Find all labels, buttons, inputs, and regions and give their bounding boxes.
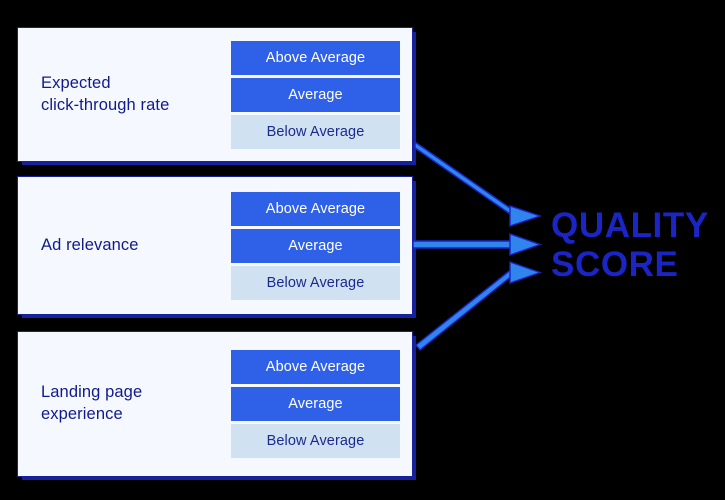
- rating-bar-below-average[interactable]: Below Average: [231, 265, 400, 300]
- rating-bar-above-average[interactable]: Above Average: [231, 191, 400, 226]
- arrow-from-expected-ctr-icon: [414, 140, 543, 227]
- rating-bar-above-average[interactable]: Above Average: [231, 350, 400, 384]
- rating-bar-average[interactable]: Average: [231, 228, 400, 263]
- quality-score-result: QUALITY SCORE: [551, 206, 721, 284]
- card-inner: Expected click-through rate Above Averag…: [18, 28, 412, 161]
- rating-bar-average[interactable]: Average: [231, 387, 400, 421]
- factor-label-line-1: Ad relevance: [41, 235, 139, 254]
- rating-bars-ad-relevance: Above Average Average Below Average: [231, 191, 400, 300]
- rating-bars-landing-page-experience: Above Average Average Below Average: [231, 350, 400, 458]
- rating-bar-average[interactable]: Average: [231, 77, 400, 112]
- card-inner: Ad relevance Above Average Average Below…: [18, 177, 412, 314]
- factor-label-expected-ctr: Expected click-through rate: [18, 73, 231, 117]
- arrow-from-landing-page-icon: [415, 261, 543, 351]
- factor-label-line-1: Landing page: [41, 383, 143, 402]
- quality-score-line-1: QUALITY: [551, 206, 709, 245]
- rating-bar-below-average[interactable]: Below Average: [231, 114, 400, 149]
- rating-bars-expected-ctr: Above Average Average Below Average: [231, 40, 400, 149]
- rating-bar-above-average[interactable]: Above Average: [231, 40, 400, 75]
- arrow-from-ad-relevance-icon: [412, 233, 543, 256]
- factor-label-landing-page-experience: Landing page experience: [18, 382, 231, 426]
- quality-score-line-2: SCORE: [551, 245, 679, 285]
- factor-card-landing-page-experience: Landing page experience Above Average Av…: [17, 331, 413, 477]
- card-inner: Landing page experience Above Average Av…: [18, 332, 412, 476]
- factor-card-expected-ctr: Expected click-through rate Above Averag…: [17, 27, 413, 162]
- factor-label-ad-relevance: Ad relevance: [18, 235, 231, 257]
- rating-bar-below-average[interactable]: Below Average: [231, 424, 400, 458]
- factor-label-line-2: click-through rate: [41, 95, 170, 114]
- factor-card-ad-relevance: Ad relevance Above Average Average Below…: [17, 176, 413, 315]
- factor-label-line-2: experience: [41, 405, 123, 423]
- factor-label-line-1: Expected: [41, 73, 111, 92]
